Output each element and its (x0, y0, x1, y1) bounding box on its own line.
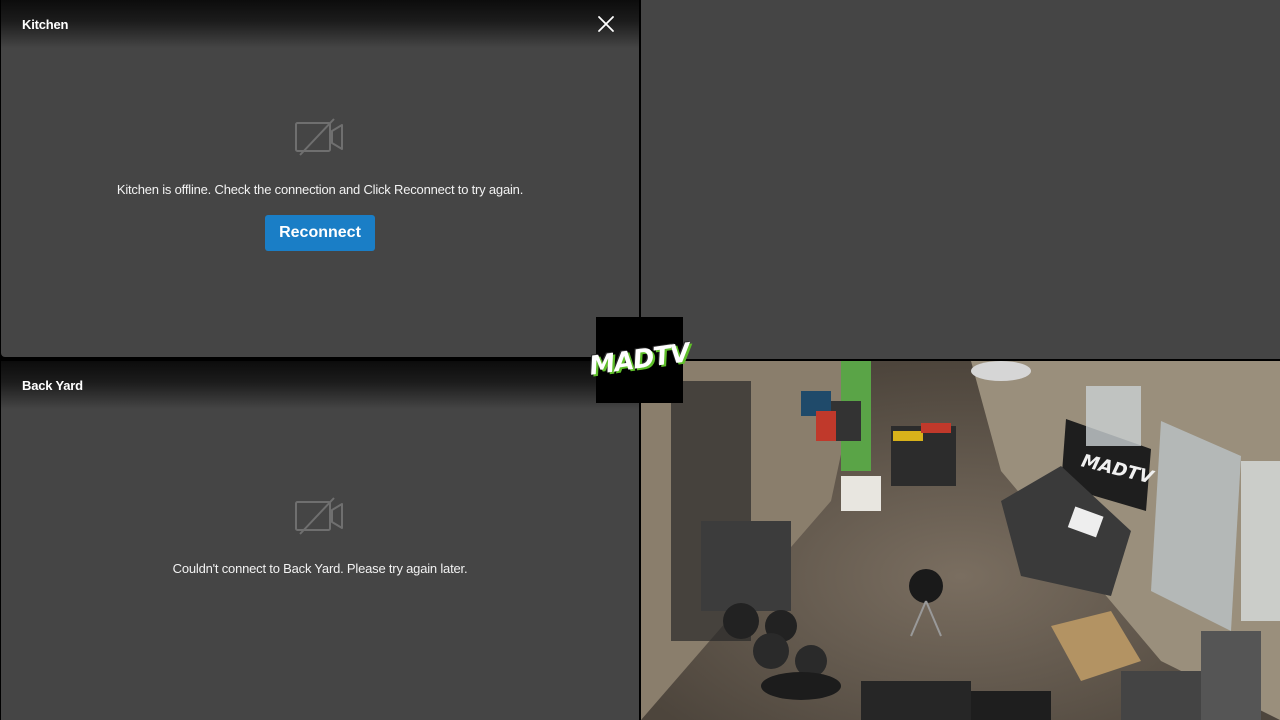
madtv-logo: MADTV (588, 317, 691, 403)
camera-tile-back-yard[interactable]: Back Yard Couldn't connect to Back Yard.… (1, 361, 639, 720)
offline-message: Kitchen is offline. Check the connection… (116, 182, 524, 197)
camera-off-icon (295, 497, 343, 535)
madtv-logo-text: MADTV (587, 338, 692, 382)
tile-header (1, 0, 639, 48)
camera-off-icon (295, 118, 343, 156)
error-message: Couldn't connect to Back Yard. Please tr… (172, 561, 468, 576)
tile-header (1, 361, 639, 409)
camera-tile-empty[interactable] (641, 0, 1280, 359)
camera-tile-live-feed[interactable]: MADTV (641, 361, 1280, 720)
tile-title-back-yard: Back Yard (22, 378, 83, 393)
reconnect-button[interactable]: Reconnect (265, 215, 375, 251)
tile-title-kitchen: Kitchen (22, 17, 69, 32)
close-icon[interactable] (595, 13, 617, 35)
camera-tile-kitchen[interactable]: Kitchen Kitchen is offline. Check the co… (1, 0, 639, 357)
live-camera-image: MADTV (641, 361, 1280, 720)
